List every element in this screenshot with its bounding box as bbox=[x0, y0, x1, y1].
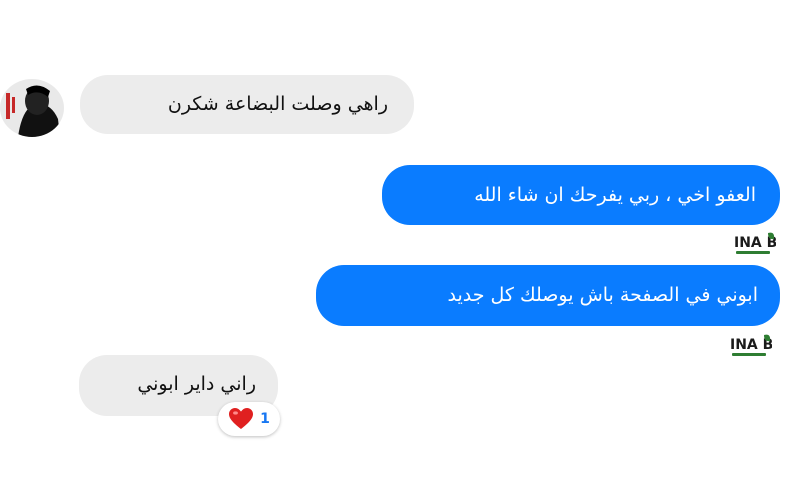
message-bubble-outgoing[interactable]: العفو اخي ، ربي يفرحك ان شاء الله bbox=[382, 165, 780, 225]
message-text: ابوني في الصفحة باش يوصلك كل جديد bbox=[447, 284, 759, 306]
message-text: العفو اخي ، ربي يفرحك ان شاء الله bbox=[474, 184, 756, 206]
message-bubble-outgoing[interactable]: ابوني في الصفحة باش يوصلك كل جديد bbox=[316, 265, 780, 326]
reaction-count: 1 bbox=[260, 411, 270, 427]
heart-icon bbox=[229, 408, 254, 429]
message-text: راهي وصلت البضاعة شكرن bbox=[167, 93, 388, 115]
page-logo-icon: INA B bbox=[732, 230, 777, 258]
page-logo-icon: INA B bbox=[728, 332, 773, 360]
message-reaction[interactable]: 1 bbox=[218, 402, 280, 436]
message-text: راني داير ابوني bbox=[137, 373, 256, 395]
sender-avatar[interactable] bbox=[0, 79, 64, 137]
message-bubble-incoming[interactable]: راهي وصلت البضاعة شكرن bbox=[80, 75, 414, 134]
